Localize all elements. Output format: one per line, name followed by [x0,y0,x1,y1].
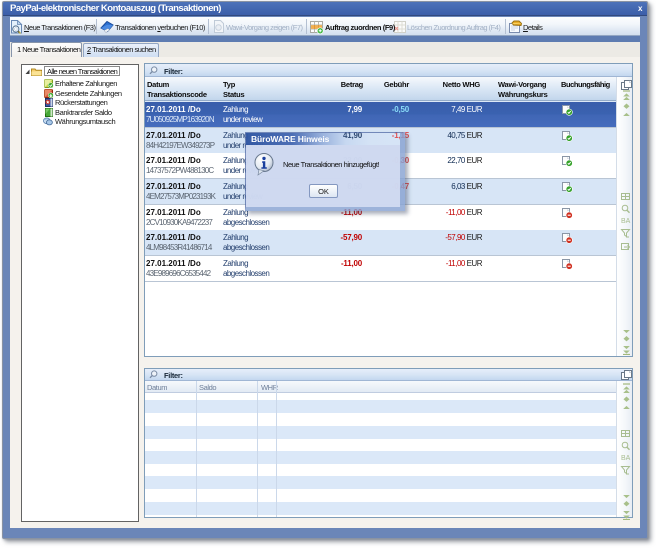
svg-text:BA: BA [621,218,631,225]
svg-text:BA: BA [621,455,631,462]
